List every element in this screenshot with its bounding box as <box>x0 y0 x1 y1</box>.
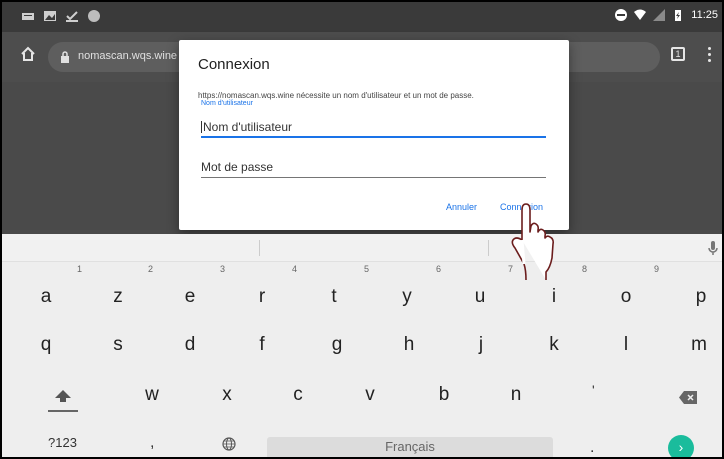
key-hint: 3 <box>220 264 226 274</box>
key-o[interactable]: o <box>606 286 646 308</box>
key-comma[interactable]: , <box>150 434 154 452</box>
system-icons: 11:25 <box>615 9 718 21</box>
notification-icons <box>22 10 100 22</box>
key-g[interactable]: g <box>317 334 357 356</box>
image-icon <box>44 11 56 21</box>
overflow-menu-icon[interactable] <box>708 47 712 63</box>
on-screen-keyboard: a 1 z 2 e 3 r 4 t 5 y 6 u 7 i 8 o 9 p q … <box>2 234 722 457</box>
key-hint: 8 <box>582 264 588 274</box>
cancel-button[interactable]: Annuler <box>446 202 477 212</box>
key-e[interactable]: e <box>170 286 210 308</box>
home-icon[interactable] <box>20 46 36 62</box>
key-q[interactable]: q <box>26 334 66 356</box>
circle-icon <box>88 10 100 22</box>
shift-key[interactable] <box>45 386 81 412</box>
key-c[interactable]: c <box>278 384 318 406</box>
key-hint: 9 <box>654 264 660 274</box>
key-u[interactable]: u <box>460 286 500 308</box>
key-hint: 2 <box>148 264 154 274</box>
do-not-disturb-icon <box>615 9 628 21</box>
key-a[interactable]: a <box>26 286 66 308</box>
keyboard-icon <box>22 13 34 20</box>
key-m[interactable]: m <box>679 334 719 356</box>
chevron-right-icon: › <box>678 439 684 455</box>
symbols-key[interactable]: ?123 <box>48 435 77 450</box>
download-done-icon <box>66 11 78 22</box>
key-k[interactable]: k <box>534 334 574 356</box>
suggestion-divider <box>488 240 489 256</box>
key-period[interactable]: . <box>590 439 594 457</box>
tab-switcher-button[interactable]: 1 <box>671 47 685 61</box>
text-cursor <box>201 121 202 133</box>
dialog-title: Connexion <box>198 56 270 73</box>
key-hint: 5 <box>364 264 370 274</box>
key-v[interactable]: v <box>350 384 390 406</box>
suggestion-divider <box>259 240 260 256</box>
key-b[interactable]: b <box>424 384 464 406</box>
key-h[interactable]: h <box>389 334 429 356</box>
key-x[interactable]: x <box>207 384 247 406</box>
username-placeholder: Nom d'utilisateur <box>203 120 292 134</box>
key-p[interactable]: p <box>681 286 721 308</box>
key-hint: 1 <box>77 264 83 274</box>
status-bar: 11:25 <box>2 2 722 32</box>
globe-icon[interactable] <box>222 437 236 451</box>
key-i[interactable]: i <box>534 286 574 308</box>
key-t[interactable]: t <box>314 286 354 308</box>
backspace-icon[interactable] <box>679 391 697 404</box>
key-j[interactable]: j <box>461 334 501 356</box>
key-apostrophe[interactable]: ' <box>592 382 595 398</box>
suggestion-strip <box>2 234 722 262</box>
key-hint: 4 <box>292 264 298 274</box>
microphone-icon[interactable] <box>708 241 718 257</box>
key-z[interactable]: z <box>98 286 138 308</box>
username-input[interactable]: Nom d'utilisateur <box>201 116 546 138</box>
key-r[interactable]: r <box>242 286 282 308</box>
wifi-icon <box>634 9 647 20</box>
shift-underline <box>48 410 78 412</box>
battery-charging-icon <box>675 10 682 21</box>
hand-pointer-icon <box>511 203 554 281</box>
key-y[interactable]: y <box>387 286 427 308</box>
space-bar[interactable]: Français <box>267 437 553 457</box>
key-hint: 6 <box>436 264 442 274</box>
password-placeholder: Mot de passe <box>201 160 274 174</box>
status-time: 11:25 <box>691 9 718 21</box>
key-d[interactable]: d <box>170 334 210 356</box>
no-signal-icon <box>653 9 666 21</box>
url-text: nomascan.wqs.wine <box>78 50 178 62</box>
key-w[interactable]: w <box>132 384 172 406</box>
enter-key[interactable]: › <box>668 435 694 457</box>
screen: 11:25 nomascan.wqs.wine 1 Connexion http… <box>0 0 724 459</box>
lock-icon <box>61 51 69 63</box>
key-f[interactable]: f <box>242 334 282 356</box>
shift-arrow-icon <box>55 390 71 402</box>
password-input[interactable]: Mot de passe <box>201 156 546 178</box>
dialog-message: https://nomascan.wqs.wine nécessite un n… <box>198 91 474 100</box>
key-n[interactable]: n <box>496 384 536 406</box>
key-s[interactable]: s <box>98 334 138 356</box>
username-floating-label: Nom d'utilisateur <box>201 100 253 107</box>
key-l[interactable]: l <box>606 334 646 356</box>
